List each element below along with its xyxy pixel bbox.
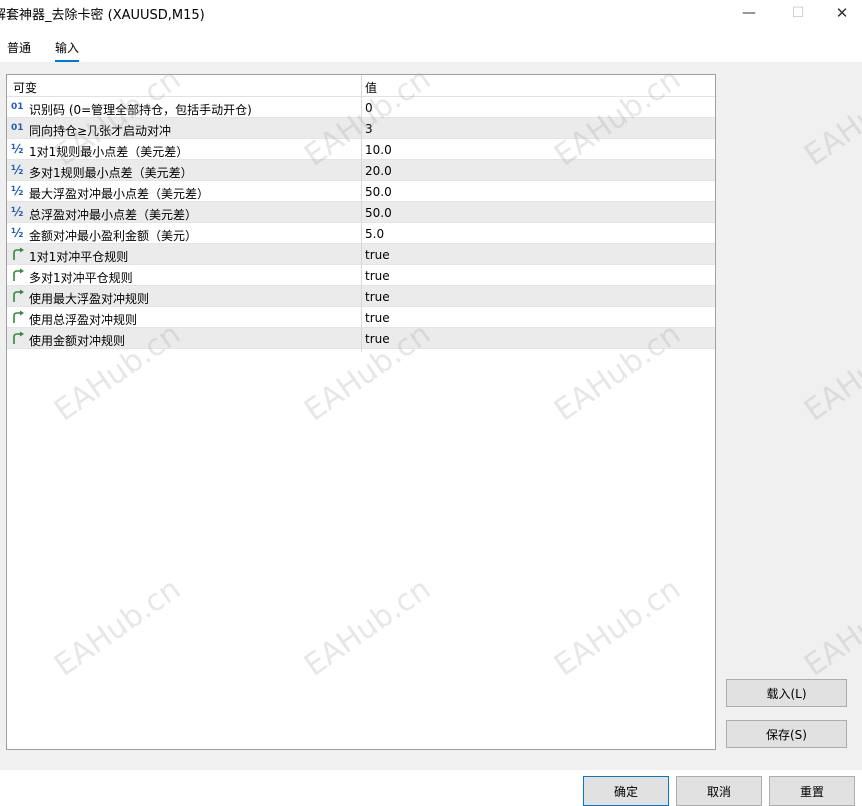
integer-type-icon: 01	[11, 102, 24, 112]
bool-arrow-icon	[11, 289, 27, 303]
param-value[interactable]: 3	[365, 122, 373, 136]
tab-inputs[interactable]: 输入	[55, 39, 80, 62]
inputs-grid[interactable]: 可变 值 01 识别码 (0=管理全部持仓，包括手动开仓) 0 01 同向持仓≥几张才启…	[6, 74, 716, 750]
close-icon[interactable]: ✕	[822, 0, 862, 26]
ok-button[interactable]: 确定	[583, 776, 669, 806]
save-button[interactable]: 保存(S)	[726, 720, 847, 748]
cancel-button[interactable]: 取消	[676, 776, 762, 806]
param-name: 多对1规则最小点差（美元差）	[29, 166, 193, 180]
param-name: 金额对冲最小盈利金额（美元）	[29, 229, 198, 243]
bool-arrow-icon	[11, 310, 27, 324]
window-title: 解套神器_去除卡密 (XAUUSD,M15)	[0, 8, 205, 23]
bool-arrow-icon	[11, 247, 27, 261]
double-type-icon: ½	[11, 184, 24, 198]
double-type-icon: ½	[11, 142, 24, 156]
double-type-icon: ½	[11, 226, 24, 240]
load-button[interactable]: 载入(L)	[726, 679, 847, 707]
param-value[interactable]: true	[365, 332, 390, 346]
param-name: 1对1规则最小点差（美元差）	[29, 145, 189, 159]
param-name: 使用最大浮盈对冲规则	[29, 292, 150, 306]
param-name: 总浮盈对冲最小点差（美元差）	[29, 208, 198, 222]
param-value[interactable]: 20.0	[365, 164, 392, 178]
param-value[interactable]: 50.0	[365, 185, 392, 199]
param-value[interactable]: 50.0	[365, 206, 392, 220]
tab-bar: 普通 输入	[0, 26, 862, 62]
header-name[interactable]: 可变	[13, 79, 37, 96]
param-name: 最大浮盈对冲最小点差（美元差）	[29, 187, 210, 201]
bool-arrow-icon	[11, 331, 27, 345]
tab-general[interactable]: 普通	[7, 39, 31, 60]
column-separator[interactable]	[361, 75, 362, 352]
param-value[interactable]: true	[365, 311, 390, 325]
param-name: 使用金额对冲规则	[29, 334, 126, 348]
maximize-icon[interactable]: ☐	[778, 0, 818, 26]
param-value[interactable]: 0	[365, 101, 373, 115]
bool-arrow-icon	[11, 268, 27, 282]
param-name: 1对1对冲平仓规则	[29, 250, 129, 264]
param-name: 同向持仓≥几张才启动对冲	[29, 124, 172, 138]
param-name: 使用总浮盈对冲规则	[29, 313, 138, 327]
param-name: 多对1对冲平仓规则	[29, 271, 133, 285]
double-type-icon: ½	[11, 205, 24, 219]
reset-button[interactable]: 重置	[769, 776, 855, 806]
minimize-icon[interactable]: —	[729, 0, 769, 26]
param-value[interactable]: 5.0	[365, 227, 384, 241]
header-value[interactable]: 值	[365, 79, 377, 96]
param-value[interactable]: true	[365, 290, 390, 304]
param-value[interactable]: true	[365, 248, 390, 262]
integer-type-icon: 01	[11, 123, 24, 133]
title-bar: 解套神器_去除卡密 (XAUUSD,M15) — ☐ ✕	[0, 0, 862, 26]
param-name: 识别码 (0=管理全部持仓，包括手动开仓)	[29, 103, 252, 117]
param-value[interactable]: true	[365, 269, 390, 283]
double-type-icon: ½	[11, 163, 24, 177]
param-value[interactable]: 10.0	[365, 143, 392, 157]
